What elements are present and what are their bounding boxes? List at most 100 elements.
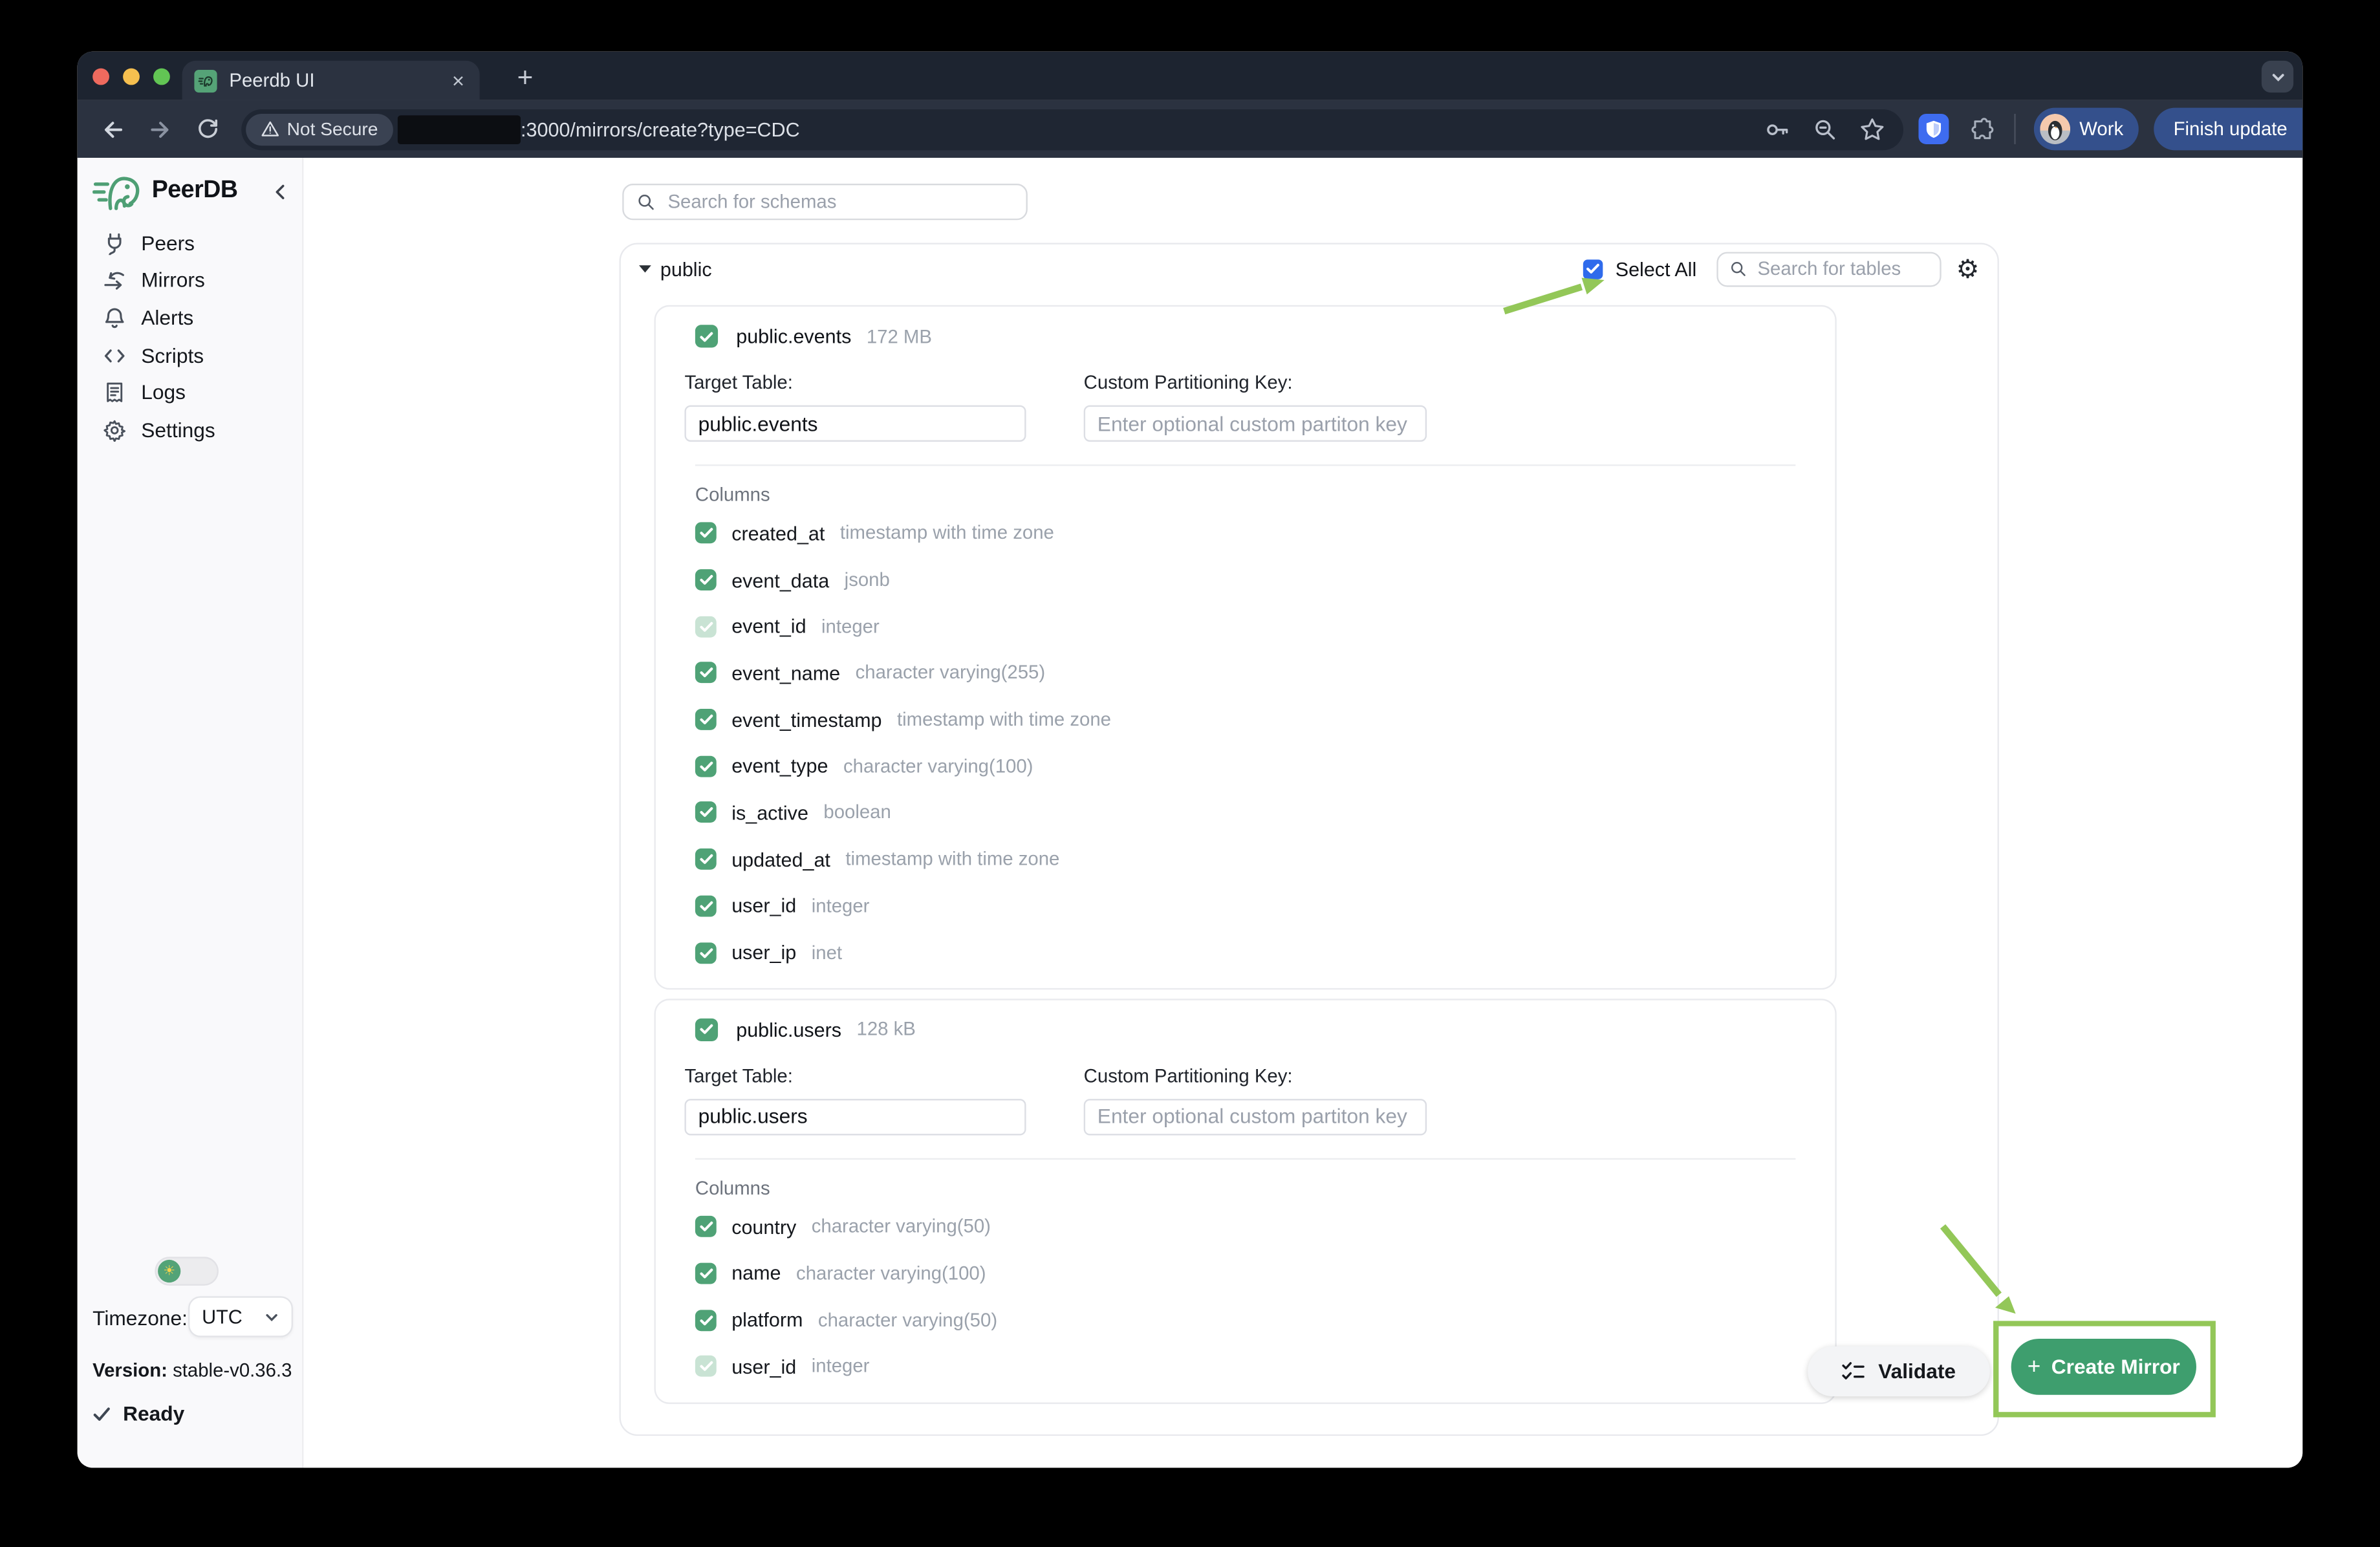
sidebar-item-label: Logs — [141, 381, 186, 404]
column-row: user_idinteger — [695, 883, 1796, 929]
version-text: Version: stable-v0.36.3 — [92, 1360, 292, 1381]
column-row: event_typecharacter varying(100) — [695, 743, 1796, 790]
version-value: stable-v0.36.3 — [173, 1360, 292, 1381]
minimize-window-button[interactable] — [123, 67, 140, 84]
alerts-bell-icon — [102, 307, 126, 329]
target-table-input[interactable] — [684, 1099, 1026, 1135]
sidebar-item-mirrors[interactable]: Mirrors — [78, 262, 302, 299]
sidebar-item-logs[interactable]: Logs — [78, 374, 302, 411]
columns-list: countrycharacter varying(50)namecharacte… — [695, 1204, 1796, 1390]
reload-button[interactable] — [194, 116, 220, 142]
extensions-puzzle-icon[interactable] — [1969, 116, 1995, 142]
column-checkbox[interactable] — [695, 569, 717, 590]
schema-name: public — [660, 257, 712, 280]
back-button[interactable] — [100, 116, 126, 142]
close-window-button[interactable] — [92, 67, 109, 84]
column-name: event_data — [731, 568, 829, 591]
timezone-value: UTC — [202, 1305, 252, 1328]
more-menu-icon[interactable] — [2298, 119, 2302, 139]
validate-label: Validate — [1878, 1360, 1956, 1383]
create-mirror-button[interactable]: + Create Mirror — [2011, 1339, 2196, 1395]
column-checkbox[interactable] — [695, 1216, 717, 1237]
column-row: event_idinteger — [695, 603, 1796, 650]
theme-toggle[interactable]: ☀ — [155, 1257, 219, 1286]
sidebar-item-scripts[interactable]: Scripts — [78, 336, 302, 374]
ready-label: Ready — [123, 1403, 184, 1425]
column-checkbox[interactable] — [695, 942, 717, 963]
sidebar-item-peers[interactable]: Peers — [78, 224, 302, 262]
sidebar: PeerDB PeersMirrorsAlertsScriptsLogsSett… — [78, 158, 304, 1467]
column-row: user_idinteger — [695, 1343, 1796, 1390]
screenshot-stage: Peerdb UI × + Not Secure — [0, 0, 2380, 1547]
sidebar-item-label: Settings — [141, 418, 215, 441]
column-checkbox[interactable] — [695, 755, 717, 777]
new-tab-button[interactable]: + — [506, 60, 545, 96]
column-checkbox[interactable] — [695, 709, 717, 730]
schema-search-input[interactable] — [665, 189, 1013, 214]
column-checkbox[interactable] — [695, 802, 717, 823]
target-table-label: Target Table: — [684, 1065, 1026, 1087]
sidebar-item-settings[interactable]: Settings — [78, 411, 302, 449]
table-search[interactable] — [1716, 251, 1941, 286]
search-zoom-icon[interactable] — [1812, 116, 1838, 142]
timezone-select[interactable]: UTC — [188, 1296, 293, 1337]
checklist-icon — [1842, 1360, 1866, 1383]
column-checkbox[interactable] — [695, 1309, 717, 1330]
column-checkbox[interactable] — [695, 895, 717, 916]
profile-chip[interactable]: Work — [2034, 108, 2139, 151]
table-checkbox[interactable] — [695, 1018, 718, 1041]
browser-tab[interactable]: Peerdb UI × — [182, 61, 480, 100]
peerdb-favicon — [194, 69, 217, 92]
table-checkbox[interactable] — [695, 325, 718, 347]
sidebar-item-alerts[interactable]: Alerts — [78, 299, 302, 337]
tab-search-button[interactable] — [2262, 61, 2293, 92]
url-bar[interactable]: Not Secure :3000/mirrors/create?type=CDC — [241, 109, 1903, 149]
schema-search[interactable] — [622, 184, 1028, 220]
select-all-checkbox[interactable] — [1583, 259, 1603, 279]
column-type: integer — [812, 1356, 870, 1377]
finish-update-button[interactable]: Finish update — [2154, 108, 2302, 151]
column-name: platform — [731, 1308, 803, 1331]
divider — [695, 464, 1796, 466]
schema-card-header: public Select All ⚙ — [636, 248, 1979, 290]
validate-button[interactable]: Validate — [1808, 1347, 1990, 1396]
column-checkbox[interactable] — [695, 662, 717, 684]
version-label: Version: — [92, 1360, 168, 1381]
disclosure-triangle-icon[interactable] — [639, 264, 651, 273]
table-settings-gear-icon[interactable]: ⚙ — [1956, 255, 1980, 281]
table-fields: Target Table:Custom Partitioning Key: — [684, 372, 1795, 442]
not-secure-label: Not Secure — [287, 118, 378, 140]
check-icon — [92, 1406, 111, 1421]
partition-key-input[interactable] — [1084, 406, 1427, 442]
forward-button[interactable] — [147, 116, 173, 142]
column-name: event_name — [731, 662, 840, 684]
settings-gear-icon — [102, 418, 126, 441]
password-key-icon[interactable] — [1765, 116, 1791, 142]
column-type: timestamp with time zone — [840, 523, 1054, 544]
schema-card: public Select All ⚙ — [620, 243, 1999, 1436]
redacted-host — [398, 114, 521, 144]
column-checkbox[interactable] — [695, 1262, 717, 1284]
columns-label: Columns — [695, 1178, 1796, 1199]
column-row: user_ipinet — [695, 929, 1796, 976]
column-checkbox[interactable] — [695, 523, 717, 544]
target-table-input[interactable] — [684, 406, 1026, 442]
not-secure-badge[interactable]: Not Secure — [246, 113, 393, 145]
column-type: integer — [821, 616, 880, 637]
bookmark-star-icon[interactable] — [1859, 116, 1885, 142]
column-name: user_ip — [731, 941, 796, 964]
bitwarden-shield-icon[interactable] — [1918, 114, 1949, 144]
column-row: countrycharacter varying(50) — [695, 1204, 1796, 1250]
zoom-window-button[interactable] — [153, 67, 170, 84]
table-section: public.events172 MBTarget Table:Custom P… — [654, 305, 1837, 990]
back-icon — [100, 116, 126, 142]
sidebar-collapse-button[interactable] — [273, 183, 290, 200]
table-name: public.events — [736, 325, 851, 347]
mirrors-arrows-icon — [102, 269, 126, 292]
partition-key-label: Custom Partitioning Key: — [1084, 372, 1427, 393]
column-checkbox[interactable] — [695, 849, 717, 870]
partition-key-input[interactable] — [1084, 1099, 1427, 1135]
tables-list: public.events172 MBTarget Table:Custom P… — [654, 305, 1837, 1403]
table-search-input[interactable] — [1755, 257, 1927, 281]
close-tab-icon[interactable]: × — [449, 70, 468, 91]
